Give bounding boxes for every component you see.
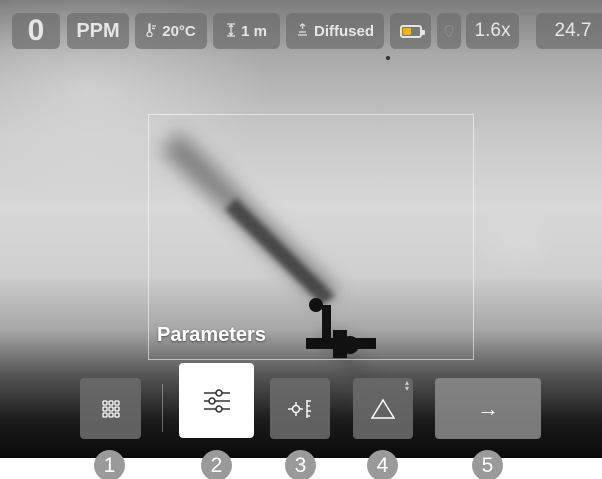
temperature-chip: 20°C — [135, 13, 207, 49]
step-badge-4: 4 — [367, 450, 398, 479]
battery-chip — [390, 13, 431, 49]
gps-chip — [437, 13, 461, 49]
status-bar: 0 PPM 20°C 1 m Diffused 1.6x 24.7 — [0, 0, 602, 58]
toolbar-divider — [162, 384, 163, 432]
ppm-unit: PPM — [67, 13, 129, 49]
arrow-right-icon: → — [477, 395, 499, 421]
next-button[interactable]: → — [435, 378, 541, 439]
ppm-value: 0 — [12, 13, 60, 49]
grid-icon — [101, 399, 120, 418]
temperature-value: 20°C — [162, 22, 196, 40]
lighting-icon — [296, 23, 309, 39]
distance-chip: 1 m — [213, 13, 280, 49]
gps-icon — [444, 24, 454, 38]
distance-icon — [226, 22, 236, 40]
shape-button[interactable]: ▴ ▾ — [353, 378, 413, 439]
parameters-button[interactable] — [179, 363, 254, 438]
lighting-chip: Diffused — [286, 13, 384, 49]
panel-title: Parameters — [157, 324, 266, 346]
step-badge-2: 2 — [201, 450, 232, 479]
sliders-icon — [203, 388, 230, 413]
triangle-icon — [370, 398, 396, 419]
thermometer-icon — [146, 22, 157, 40]
lighting-value: Diffused — [314, 22, 374, 40]
step-badge-1: 1 — [94, 450, 125, 479]
step-badge-3: 3 — [285, 450, 316, 479]
grid-menu-button[interactable] — [80, 378, 141, 439]
battery-icon — [399, 24, 425, 38]
target-button[interactable] — [270, 378, 330, 439]
distance-value: 1 m — [241, 22, 267, 40]
zoom-level: 1.6x — [466, 13, 519, 49]
updown-arrows-icon: ▴ ▾ — [404, 378, 409, 393]
fps-readout: 24.7 — [536, 13, 602, 49]
step-badge-5: 5 — [472, 450, 503, 479]
target-icon — [288, 399, 311, 418]
